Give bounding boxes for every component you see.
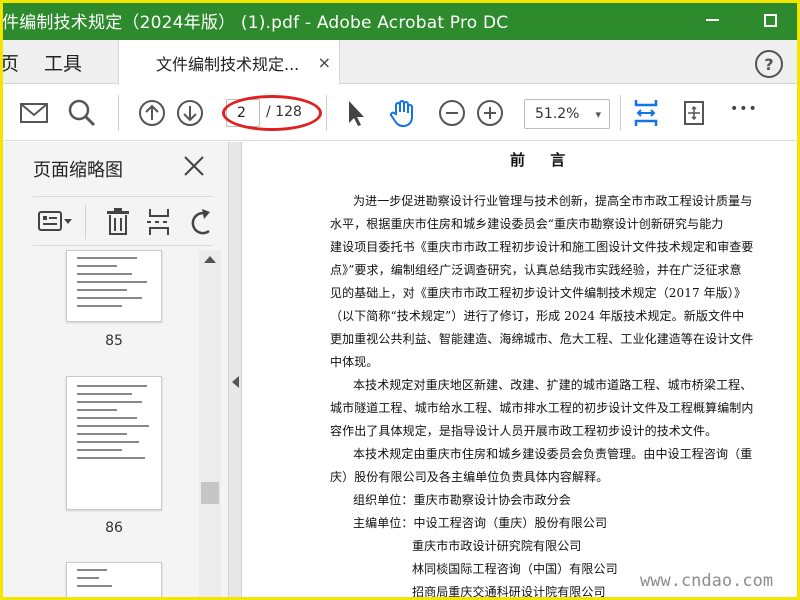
document-text-line: 本技术规定由重庆市住房和城乡建设委员会负责管理。由中设工程咨询（重 (353, 447, 753, 461)
document-text-line: 见的基础上，对《重庆市市政工程初步设计文件编制技术规定（2017 年版）》 (330, 286, 747, 300)
help-icon[interactable]: ? (755, 50, 783, 78)
rotate-icon[interactable] (189, 207, 213, 237)
zoom-level-value: 51.2% (535, 106, 580, 122)
thumbnail-scrollbar[interactable] (199, 250, 221, 597)
window-title: 件编制技术规定（2024年版） (1).pdf - Adobe Acrobat … (2, 12, 509, 33)
search-icon[interactable] (66, 97, 98, 129)
document-text-line: 点》”要求，编制组经广泛调查研究，认真总结我市实践经验，并在广泛征求意 (330, 263, 742, 277)
document-text-line: 为进一步促进勘察设计行业管理与技术创新，提高全市市政工程设计质量与 (353, 194, 753, 208)
document-text-line: 庆）股份有限公司及各主编单位负责具体内容解释。 (330, 470, 609, 484)
tab-tools[interactable]: 工具 (44, 40, 82, 84)
tab-close-icon[interactable]: × (318, 53, 331, 72)
maximize-button[interactable] (758, 8, 782, 32)
toolbar-separator (85, 205, 86, 239)
toolbar-separator (620, 95, 621, 131)
document-text-line: 组织单位：重庆市勘察设计协会市政分会 (353, 493, 571, 507)
close-icon[interactable] (181, 153, 207, 179)
page-number-input[interactable]: 2 (226, 99, 260, 127)
pane-title: 页面缩略图 (33, 160, 123, 181)
tab-bar: 页 工具 文件编制技术规定... × (0, 40, 800, 85)
email-icon[interactable] (18, 97, 50, 129)
toolbar-separator (118, 95, 119, 131)
tab-tools-label: 工具 (44, 52, 83, 75)
toolbar: 2 / 128 51.2% ▾ ••• (0, 85, 800, 141)
more-tools-button[interactable]: ••• (730, 101, 758, 117)
minimize-button[interactable] (700, 8, 724, 32)
document-text-line: （以下简称“技术规定”）进行了修订，形成 2024 年版技术规定。新版文件中 (330, 309, 745, 323)
tab-document-label: 文件编制技术规定... (156, 54, 300, 74)
thumbnail-page-86[interactable] (66, 376, 162, 510)
document-text-line: 城市隧道工程、城市给水工程、城市排水工程的初步设计文件及工程概算编制内 (330, 401, 754, 415)
document-text-line: 主编单位：中设工程咨询（重庆）股份有限公司 (353, 516, 608, 530)
full-screen-icon[interactable] (678, 97, 710, 129)
zoom-level-select[interactable]: 51.2% ▾ (524, 99, 610, 129)
thumbnail-label: 85 (105, 333, 123, 349)
title-bar: 件编制技术规定（2024年版） (1).pdf - Adobe Acrobat … (0, 0, 800, 40)
fit-width-icon[interactable] (630, 97, 662, 129)
options-menu-icon[interactable] (37, 209, 73, 235)
pane-toolbar (33, 196, 213, 246)
next-page-icon[interactable] (174, 97, 206, 129)
thumbnail-label: 86 (105, 520, 123, 536)
select-cursor-icon[interactable] (340, 97, 372, 129)
tab-document[interactable]: 文件编制技术规定... × (118, 40, 340, 85)
tab-home[interactable]: 页 (0, 40, 19, 84)
document-view[interactable]: 前 言 为进一步促进勘察设计行业管理与技术创新，提高全市市政工程设计质量与水平，… (242, 142, 798, 597)
tab-home-label: 页 (0, 52, 20, 75)
document-text-line: 建设项目委托书《重庆市市政工程初步设计和施工图设计文件技术规定和审查要 (330, 240, 754, 254)
trash-icon[interactable] (105, 207, 131, 237)
scroll-thumb[interactable] (201, 482, 219, 504)
document-text-line: 水平，根据重庆市住房和城乡建设委员会“重庆市勘察设计创新研究与能力 (330, 217, 724, 231)
collapse-arrow-icon[interactable] (232, 376, 239, 388)
document-text-line: 重庆市市政设计研究院有限公司 (412, 539, 582, 553)
insert-page-icon[interactable] (145, 207, 173, 237)
previous-page-icon[interactable] (136, 97, 168, 129)
pane-splitter[interactable] (228, 142, 242, 597)
document-text-line: 林同棪国际工程咨询（中国）有限公司 (412, 562, 618, 576)
minimize-icon (705, 19, 719, 21)
scroll-up-icon[interactable] (204, 256, 216, 263)
thumbnail-list: 85 86 (11, 250, 201, 597)
thumbnail-page-87[interactable] (66, 562, 162, 597)
document-text-line: 本技术规定对重庆地区新建、改建、扩建的城市道路工程、城市桥梁工程、 (353, 378, 753, 392)
document-text-line: 容作出了具体规定，是指导设计人员开展市政工程初步设计的技术文件。 (330, 424, 718, 438)
zoom-out-icon[interactable] (436, 97, 468, 129)
thumbnail-page-85[interactable] (66, 250, 162, 322)
document-text-line: 招商局重庆交通科研设计院有限公司 (412, 585, 606, 597)
hand-tool-icon[interactable] (387, 97, 419, 129)
maximize-icon (763, 13, 777, 27)
chevron-down-icon: ▾ (595, 107, 601, 121)
document-heading: 前 言 (510, 151, 576, 169)
watermark: www.cndao.com (640, 571, 774, 591)
toolbar-separator (326, 95, 327, 131)
document-text-line: 中体现。 (330, 355, 379, 369)
document-text-line: 更加重视公共利益、智能建造、海绵城市、危大工程、工业化建造等在设计文件 (330, 332, 754, 346)
zoom-in-icon[interactable] (474, 97, 506, 129)
thumbnail-pane: 页面缩略图 85 86 (3, 142, 228, 597)
page-total: / 128 (266, 104, 302, 120)
